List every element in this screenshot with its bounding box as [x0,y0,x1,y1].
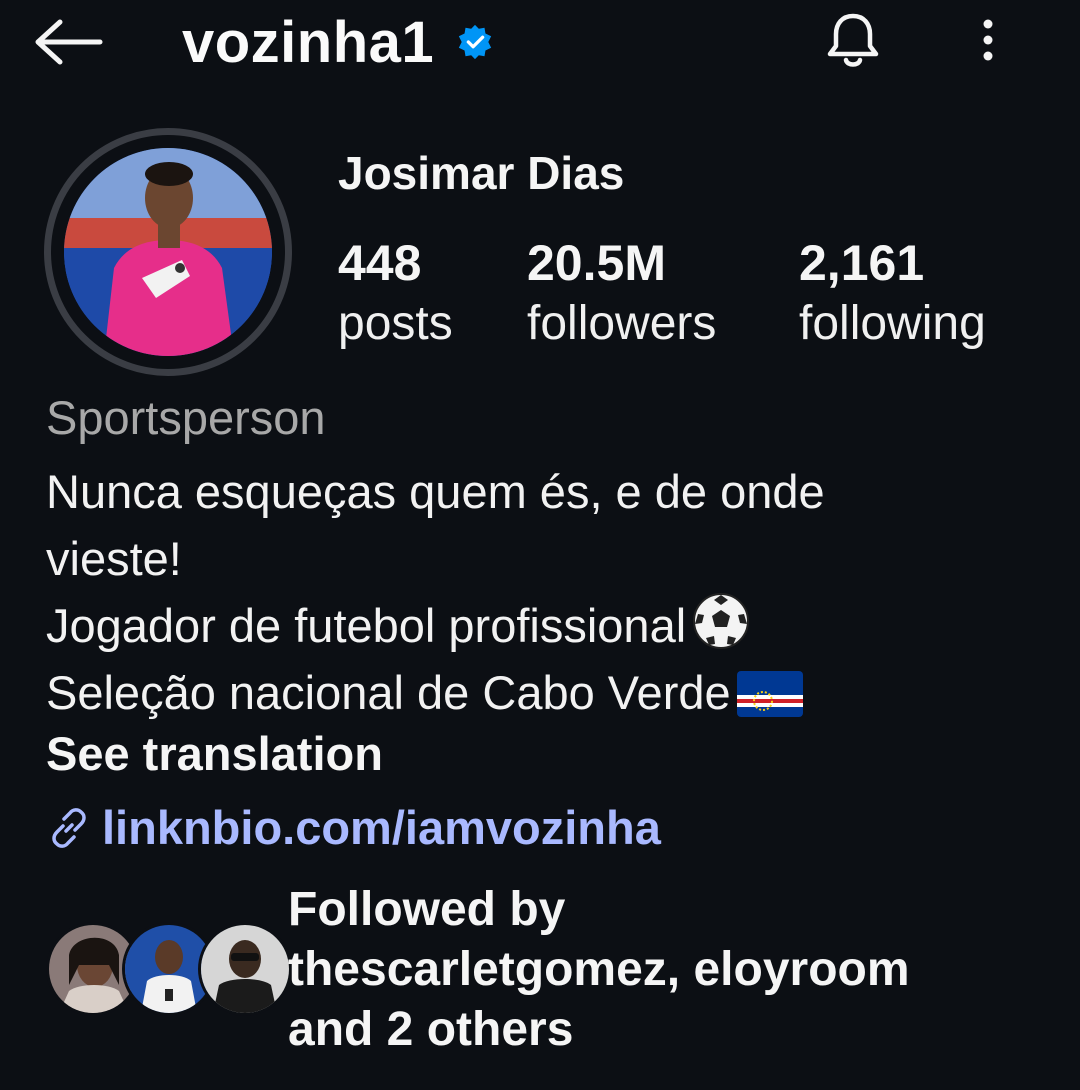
profile-page: vozinha1 Josimar Dias 448 posts 20.5M fo… [0,0,1080,1090]
more-vertical-icon [983,19,993,61]
followers-count: 20.5M [527,235,666,291]
profile-category: Sportsperson [46,391,326,444]
stat-posts[interactable]: 448 posts [338,232,453,354]
followers-label: followers [527,297,717,350]
bell-icon [827,13,879,67]
notifications-button[interactable] [820,8,886,74]
full-name: Josimar Dias [338,147,625,199]
username: vozinha1 [182,9,435,75]
bio-link[interactable]: linknbio.com/iamvozinha [46,800,661,855]
following-label: following [799,297,986,350]
bio-line: Nunca esqueças quem és, e de onde [46,465,825,518]
mutual-follower-avatar[interactable] [198,922,292,1016]
bio-line-football: Jogador de futebol profissional [46,592,1026,659]
link-text: linknbio.com/iamvozinha [102,801,661,854]
bio-line-national-team: Seleção nacional de Cabo Verde [46,659,1026,726]
followed-by-line: and 2 others [288,1003,574,1056]
mutual-follower-photo [201,925,289,1013]
following-count: 2,161 [799,235,925,291]
header-title: vozinha1 [182,2,494,82]
see-translation-link[interactable]: See translation [46,726,383,781]
profile-avatar [64,148,272,356]
profile-avatar-ring[interactable] [44,128,292,376]
posts-label: posts [338,297,453,350]
bio-line: vieste! [46,532,182,585]
bio-line-text: Jogador de futebol profissional [46,599,687,652]
stat-followers[interactable]: 20.5M followers [527,232,716,354]
mutual-followers-avatars[interactable] [46,922,292,1016]
followed-by-line: thescarletgomez, eloyroom [288,943,910,996]
bio: Nunca esqueças quem és, e de onde vieste… [46,458,1026,726]
more-options-button[interactable] [968,12,1008,72]
link-icon [52,807,86,848]
soccer-ball-icon [693,593,750,649]
verified-badge-icon [459,24,492,60]
bio-line-text: Seleção nacional de Cabo Verde [46,666,731,719]
back-button[interactable] [30,14,106,70]
stat-following[interactable]: 2,161 following [799,232,986,354]
followed-by-text[interactable]: Followed by thescarletgomez, eloyroom an… [288,880,1048,1060]
posts-count: 448 [338,235,422,291]
followed-by-line: Followed by [288,883,566,936]
back-arrow-icon [35,19,103,65]
cape-verde-flag-icon [736,671,803,717]
